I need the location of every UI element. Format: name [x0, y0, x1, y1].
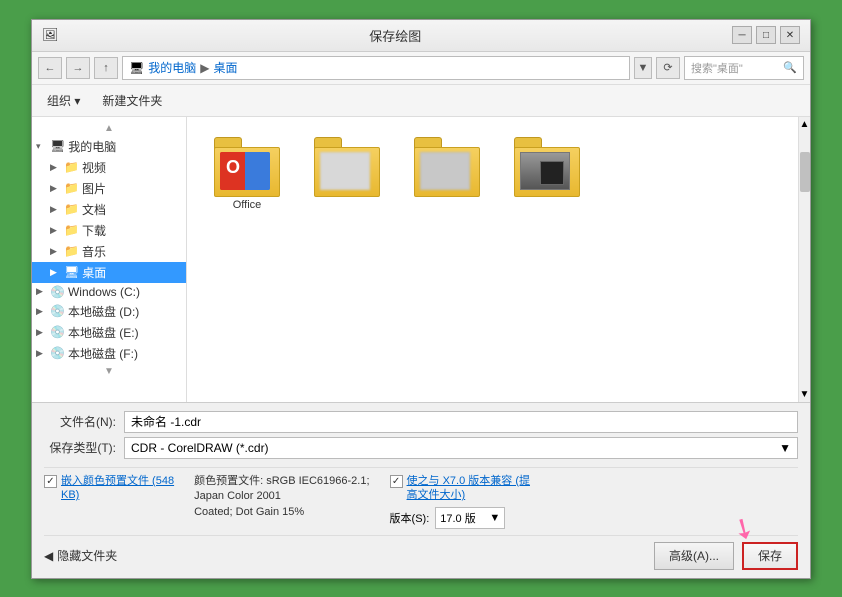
search-bar[interactable]: 搜索"桌面" 🔍	[684, 56, 804, 80]
save-area: ➘ 保存	[742, 542, 798, 570]
filetype-row: 保存类型(T): CDR - CorelDRAW (*.cdr) ▼	[44, 437, 798, 459]
scroll-down-arrow[interactable]: ▼	[798, 387, 810, 402]
close-button[interactable]: ✕	[780, 26, 800, 44]
sidebar: ▲ ▾ 🖥 我的电脑 ▶ 📁 视频 ▶ 📁 图片 ▶ 📁 文档	[32, 117, 187, 402]
scroll-down[interactable]: ▼	[32, 364, 186, 379]
drive-icon: 💿	[50, 304, 65, 318]
filename-row: 文件名(N):	[44, 411, 798, 433]
folder-icon: 📁	[64, 160, 79, 174]
filename-input[interactable]	[124, 411, 798, 433]
compat-option: 使之与 X7.0 版本兼容 (提高文件大小)	[390, 474, 530, 503]
sidebar-item-drive-e[interactable]: ▶ 💿 本地磁盘 (E:)	[32, 322, 186, 343]
window-controls: ─ □ ✕	[732, 26, 800, 44]
save-button[interactable]: 保存	[742, 542, 798, 570]
file-area: O Office	[187, 117, 798, 402]
up-button[interactable]: ↑	[94, 57, 118, 79]
back-button[interactable]: ←	[38, 57, 62, 79]
title-icon: 🖼	[42, 27, 59, 43]
organize-button[interactable]: 组织 ▾	[40, 89, 87, 112]
version-dropdown-icon: ▼	[489, 512, 500, 524]
scrollbar[interactable]: ▲ ▼	[798, 117, 810, 402]
folder-grid: O Office	[197, 127, 788, 221]
embed-color-checkbox[interactable]	[44, 475, 57, 488]
filetype-select[interactable]: CDR - CorelDRAW (*.cdr) ▼	[124, 437, 798, 459]
drive-icon: 💿	[50, 346, 65, 360]
folder-icon: 📁	[64, 244, 79, 258]
minimize-button[interactable]: ─	[732, 26, 752, 44]
embed-color-label[interactable]: 嵌入颜色预置文件 (548KB)	[61, 474, 174, 503]
location-icon: 🖥	[129, 61, 144, 75]
scroll-up[interactable]: ▲	[32, 121, 186, 136]
organize-label: 组织 ▾	[47, 92, 80, 109]
folder-4[interactable]	[507, 137, 587, 211]
dialog-title: 保存绘图	[59, 26, 732, 45]
color-profile: 颜色预置文件: sRGB IEC61966-2.1; Japan Color 2…	[194, 474, 369, 520]
hide-folders-label: 隐藏文件夹	[57, 547, 117, 564]
drive-icon: 💿	[50, 325, 65, 339]
navigation-bar: ← → ↑ 🖥 我的电脑 ▶ 桌面 ▼ ⟳ 搜索"桌面" 🔍	[32, 52, 810, 85]
search-text: 搜索"桌面"	[691, 60, 743, 76]
main-area: ▲ ▾ 🖥 我的电脑 ▶ 📁 视频 ▶ 📁 图片 ▶ 📁 文档	[32, 117, 810, 402]
folder-icon: 📁	[64, 181, 79, 195]
sidebar-item-documents[interactable]: ▶ 📁 文档	[32, 199, 186, 220]
sidebar-item-drive-f[interactable]: ▶ 💿 本地磁盘 (F:)	[32, 343, 186, 364]
compat-checkbox[interactable]	[390, 475, 403, 488]
breadcrumb-desktop[interactable]: 桌面	[213, 59, 237, 76]
filename-label: 文件名(N):	[44, 413, 124, 430]
sidebar-item-music[interactable]: ▶ 📁 音乐	[32, 241, 186, 262]
version-value: 17.0 版	[440, 510, 475, 526]
maximize-button[interactable]: □	[756, 26, 776, 44]
version-label: 版本(S):	[390, 510, 430, 526]
dropdown-button[interactable]: ▼	[634, 57, 652, 79]
compat-section: 使之与 X7.0 版本兼容 (提高文件大小) 版本(S): 17.0 版 ▼	[390, 474, 530, 529]
folder-icon: 📁	[64, 202, 79, 216]
action-row: ◀ 隐藏文件夹 高级(A)... ➘ 保存	[44, 542, 798, 570]
sidebar-item-drive-d[interactable]: ▶ 💿 本地磁盘 (D:)	[32, 301, 186, 322]
sidebar-item-downloads[interactable]: ▶ 📁 下载	[32, 220, 186, 241]
folder-icon: 📁	[64, 223, 79, 237]
sidebar-item-video[interactable]: ▶ 📁 视频	[32, 157, 186, 178]
chevron-left-icon: ◀	[44, 549, 53, 563]
sidebar-item-windows-c[interactable]: ▶ 💿 Windows (C:)	[32, 283, 186, 301]
drive-icon: 💿	[50, 285, 65, 299]
scroll-up-arrow[interactable]: ▲	[798, 117, 810, 132]
folder-3[interactable]	[407, 137, 487, 211]
folder-office[interactable]: O Office	[207, 137, 287, 211]
search-icon: 🔍	[783, 61, 797, 74]
hide-folders[interactable]: ◀ 隐藏文件夹	[44, 547, 117, 564]
sidebar-item-pictures[interactable]: ▶ 📁 图片	[32, 178, 186, 199]
scroll-thumb[interactable]	[800, 152, 810, 192]
forward-button[interactable]: →	[66, 57, 90, 79]
compat-label[interactable]: 使之与 X7.0 版本兼容 (提高文件大小)	[407, 474, 530, 503]
filetype-label: 保存类型(T):	[44, 439, 124, 456]
filetype-value: CDR - CorelDRAW (*.cdr)	[131, 441, 269, 455]
version-group: 版本(S): 17.0 版 ▼	[390, 507, 530, 529]
refresh-button[interactable]: ⟳	[656, 57, 680, 79]
bottom-section: 文件名(N): 保存类型(T): CDR - CorelDRAW (*.cdr)…	[32, 402, 810, 578]
new-folder-button[interactable]: 新建文件夹	[95, 89, 169, 112]
desktop-icon: 🖥	[64, 265, 79, 279]
computer-icon: 🖥	[50, 139, 65, 153]
advanced-button[interactable]: 高级(A)...	[654, 542, 734, 570]
action-buttons: 高级(A)... ➘ 保存	[654, 542, 798, 570]
folder-2[interactable]	[307, 137, 387, 211]
version-select[interactable]: 17.0 版 ▼	[435, 507, 505, 529]
folder-office-label: Office	[233, 199, 262, 211]
breadcrumb-bar[interactable]: 🖥 我的电脑 ▶ 桌面	[122, 56, 630, 80]
options-row: 嵌入颜色预置文件 (548KB) 颜色预置文件: sRGB IEC61966-2…	[44, 467, 798, 536]
embed-color-option: 嵌入颜色预置文件 (548KB)	[44, 474, 174, 503]
filetype-dropdown-icon: ▼	[779, 441, 791, 455]
sidebar-item-desktop[interactable]: ▶ 🖥 桌面	[32, 262, 186, 283]
toolbar: 组织 ▾ 新建文件夹	[32, 85, 810, 117]
color-profile-label: 颜色预置文件: sRGB IEC61966-2.1;	[194, 474, 369, 489]
breadcrumb-mycomputer[interactable]: 我的电脑	[148, 59, 196, 76]
save-dialog: 🖼 保存绘图 ─ □ ✕ ← → ↑ 🖥 我的电脑 ▶ 桌面 ▼ ⟳ 搜索"桌面…	[31, 19, 811, 579]
new-folder-label: 新建文件夹	[102, 92, 162, 109]
sidebar-item-mycomputer[interactable]: ▾ 🖥 我的电脑	[32, 136, 186, 157]
title-bar: 🖼 保存绘图 ─ □ ✕	[32, 20, 810, 52]
